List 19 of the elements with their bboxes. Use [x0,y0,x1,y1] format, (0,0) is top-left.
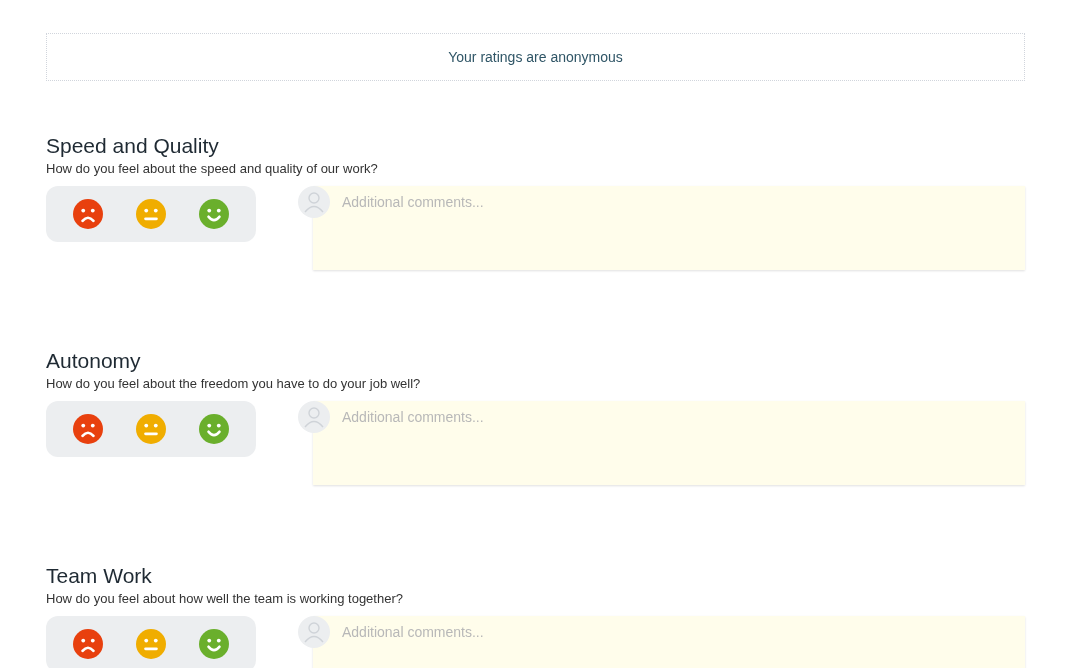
sad-face-icon[interactable] [72,414,103,444]
sad-face-icon[interactable] [72,629,103,659]
sad-face-icon[interactable] [72,199,103,229]
question-text: How do you feel about how well the team is working together? [46,590,404,608]
question-text: How do you feel about the freedom you have to do your job well? [46,375,422,393]
neutral-face-icon[interactable] [136,629,166,659]
neutral-face-icon[interactable] [136,199,166,229]
section-title: Team Work [46,563,153,589]
comment-field[interactable]: Additional comments... [313,616,1025,668]
question-text: How do you feel about the speed and quality of our work? [46,160,379,178]
comment-field[interactable]: Additional comments... [313,186,1025,270]
happy-face-icon[interactable] [199,629,230,659]
comment-field[interactable]: Additional comments... [313,401,1025,485]
neutral-face-icon[interactable] [136,414,166,444]
section-title: Speed and Quality [46,133,220,159]
happy-face-icon[interactable] [199,414,230,444]
section-title: Autonomy [46,348,142,374]
happy-face-icon[interactable] [199,199,230,229]
notice-text: Your ratings are anonymous [448,47,623,67]
